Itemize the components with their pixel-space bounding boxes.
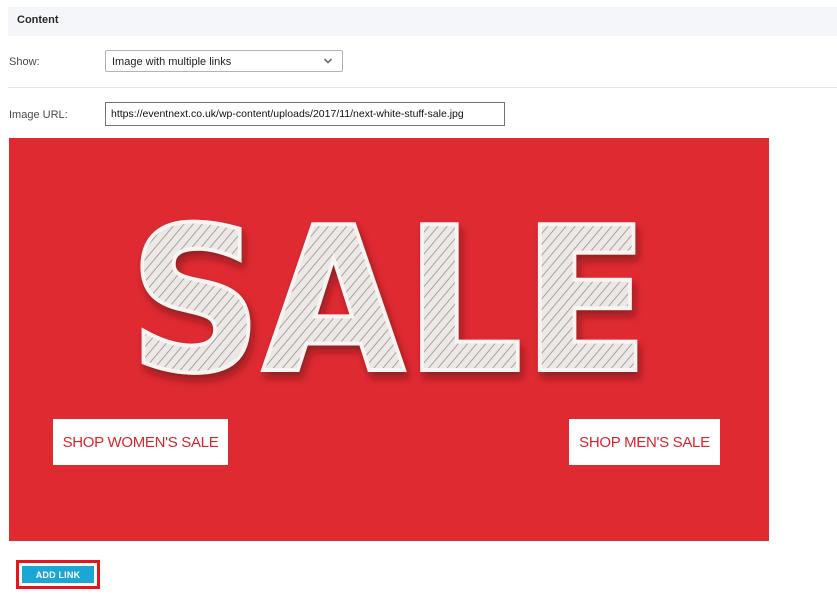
show-select-value: Image with multiple links: [112, 56, 232, 68]
add-link-button[interactable]: ADD LINK: [22, 566, 94, 583]
sale-headline-graphic: SALE: [127, 183, 651, 420]
shop-womens-sale-link: SHOP WOMEN'S SALE: [53, 419, 228, 465]
image-url-input[interactable]: [105, 102, 505, 126]
show-label: Show:: [9, 56, 40, 68]
sale-headline: SALE: [129, 185, 649, 418]
content-section-header: Content: [8, 7, 837, 36]
shop-mens-sale-link: SHOP MEN'S SALE: [569, 419, 720, 465]
chevron-down-icon: [324, 58, 332, 64]
add-link-highlight: ADD LINK: [16, 560, 100, 589]
show-select[interactable]: Image with multiple links: [105, 50, 343, 72]
section-title: Content: [17, 14, 59, 26]
sale-banner-image: SALE SHOP WOMEN'S SALE SHOP MEN'S SALE: [9, 138, 769, 541]
image-url-label: Image URL:: [9, 109, 68, 121]
divider: [8, 87, 837, 88]
